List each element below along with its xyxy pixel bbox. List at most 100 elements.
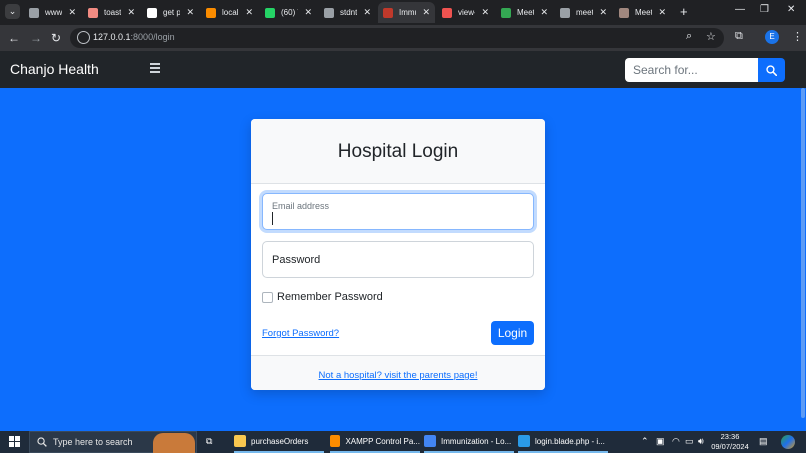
close-tab-icon[interactable]: ✕ [68,7,76,18]
site-brand[interactable]: Chanjo Health [10,61,99,77]
browser-tab[interactable]: www. ✕ [24,2,81,23]
tab-title: Meet [635,8,653,17]
browser-tab-strip: ⌄ www.✕toast✕get p✕localh✕(60) V✕stdnt✕I… [0,0,806,25]
windows-start-icon[interactable] [9,436,21,448]
close-tab-icon[interactable]: ✕ [422,7,430,18]
windows-taskbar: Type here to search ⧉ purchaseOrders XAMP… [0,431,806,453]
extensions-icon[interactable]: ⧉ [735,30,743,43]
notification-icon[interactable]: ▤ [759,436,768,447]
tab-title: view- [458,8,476,17]
close-tab-icon[interactable]: ✕ [245,7,253,18]
browser-tab[interactable]: Meet ✕ [496,2,553,23]
close-tab-icon[interactable]: ✕ [481,7,489,18]
tab-title: Meet [517,8,535,17]
close-tab-icon[interactable]: ✕ [599,7,607,18]
remember-password-label[interactable]: Remember Password [277,291,383,303]
search-icon [37,437,47,447]
chrome-menu-icon[interactable]: ⋮ [792,30,803,43]
login-title: Hospital Login [337,141,459,162]
close-tab-icon[interactable]: ✕ [304,7,312,18]
tab-search-button[interactable]: ⌄ [5,4,20,19]
login-card-footer: Not a hospital? visit the parents page! [251,355,545,390]
back-icon[interactable]: ← [8,30,20,46]
clock-date: 09/07/2024 [711,442,749,451]
browser-tab[interactable]: Immu ✕ [378,2,435,23]
browser-tab[interactable]: meet ✕ [555,2,612,23]
browser-tab[interactable]: stdnt ✕ [319,2,376,23]
volume-icon[interactable]: 🔊︎ [698,436,704,447]
tray-overflow-icon[interactable]: ⌃ [641,436,649,447]
tab-title: www. [45,8,63,17]
clock-time: 23:36 [720,432,740,441]
parents-page-link[interactable]: Not a hospital? visit the parents page! [251,370,545,381]
email-label: Email address [272,201,330,211]
browser-tab[interactable]: toast ✕ [83,2,140,23]
browser-tab[interactable]: localh ✕ [201,2,258,23]
tab-title: toast [104,8,122,17]
password-field[interactable]: Password [262,241,534,278]
whatsapp-icon [265,7,275,18]
login-card-header: Hospital Login [251,119,545,184]
laravel-icon [442,7,452,18]
navbar-search-button[interactable] [758,58,785,82]
close-tab-icon[interactable]: ✕ [127,7,135,18]
taskbar-clock[interactable]: 23:36 09/07/2024 [711,432,749,452]
remember-password-checkbox[interactable] [262,292,273,303]
code-icon [88,7,98,18]
chrome-icon [424,435,436,447]
browser-tab[interactable]: Meet ✕ [614,2,671,23]
navbar-search-input[interactable] [625,58,758,82]
tab-title: (60) V [281,8,298,17]
bookmark-star-icon[interactable]: ☆ [706,30,716,43]
restore-icon[interactable]: ❐ [760,4,769,15]
folder-icon [234,435,246,447]
email-field[interactable]: Email address [262,193,534,230]
copilot-icon[interactable] [781,435,795,449]
bookmark-icon [619,7,629,18]
tab-title: Immu [399,8,416,17]
browser-tab[interactable]: (60) V ✕ [260,2,317,23]
xampp-icon [206,7,216,18]
taskbar-app[interactable]: login.blade.php - i... [518,431,608,453]
globe-icon [29,7,39,18]
tab-title: meet [576,8,594,17]
forward-icon[interactable]: → [30,30,42,46]
task-view-icon[interactable]: ⧉ [206,436,212,447]
site-info-icon[interactable] [77,31,90,44]
tab-title: get p [163,8,181,17]
taskbar-app[interactable]: purchaseOrders [234,431,324,453]
address-bar[interactable]: 127.0.0.1:8000/login ⌕ ☆ [70,28,724,48]
url-text: 127.0.0.1:8000/login [93,32,175,42]
window-close-icon[interactable]: ✕ [787,4,795,15]
reload-icon[interactable]: ↻ [51,30,61,46]
zoom-icon[interactable]: ⌕ [686,30,692,43]
browser-tab[interactable]: get p ✕ [142,2,199,23]
sidebar-toggle-icon[interactable] [150,63,160,75]
close-tab-icon[interactable]: ✕ [658,7,666,18]
google-icon [147,7,157,18]
taskbar-search-box[interactable]: Type here to search [29,431,197,453]
close-tab-icon[interactable]: ✕ [186,7,194,18]
tray-app-icon[interactable]: ▣ [656,436,665,447]
browser-tab[interactable]: view- ✕ [437,2,494,23]
new-tab-button[interactable]: + [680,4,688,19]
forgot-password-link[interactable]: Forgot Password? [262,328,339,339]
minimize-icon[interactable]: — [735,4,745,15]
profile-avatar[interactable]: E [765,30,779,44]
close-tab-icon[interactable]: ✕ [363,7,371,18]
page-scrollbar[interactable] [801,88,805,418]
login-button[interactable]: Login [491,321,534,345]
wifi-icon[interactable]: ◠ [672,436,680,447]
meet-icon [501,7,511,18]
taskbar-app[interactable]: XAMPP Control Pa... [330,431,420,453]
search-highlight-icon [153,433,195,453]
taskbar-app-label: login.blade.php - i... [535,436,605,446]
close-tab-icon[interactable]: ✕ [540,7,548,18]
taskbar-search-placeholder: Type here to search [53,437,133,447]
vscode-icon [518,435,530,447]
text-caret [272,212,273,225]
taskbar-app[interactable]: Immunization - Lo... [424,431,514,453]
site-navbar: Chanjo Health [0,51,806,88]
taskbar-app-label: Immunization - Lo... [441,436,512,446]
network-icon[interactable]: ▭ [685,436,694,447]
